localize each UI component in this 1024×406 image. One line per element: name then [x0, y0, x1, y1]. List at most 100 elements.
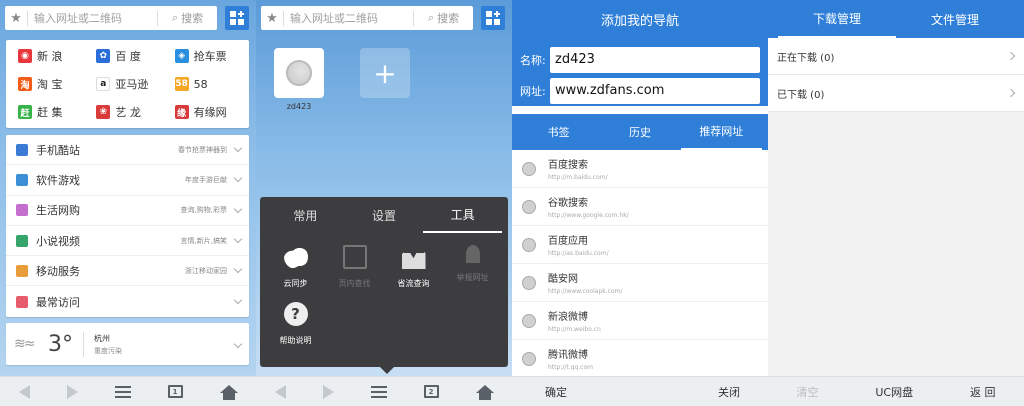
chevron-down-icon[interactable] — [233, 339, 243, 349]
add-nav-panel: 添加我的导航 名称: zd423 网址: www.zdfans.com 书签 历史… — [512, 0, 768, 406]
forward-icon[interactable] — [66, 384, 78, 399]
tool-item: 页内查找 — [325, 241, 384, 298]
chevron-down-icon[interactable] — [233, 265, 243, 274]
chevron-down-icon[interactable] — [233, 295, 243, 305]
category-row[interactable]: 生活网购 查询,购物,彩票 — [6, 196, 249, 226]
quick-site-item[interactable]: 缘有缘网 — [167, 98, 245, 126]
site-name: 百度搜索 — [548, 160, 588, 171]
category-row[interactable]: 移动服务 浙江移动家园 — [6, 256, 249, 287]
menu-icon[interactable] — [370, 385, 387, 398]
chevron-down-icon[interactable] — [233, 174, 243, 183]
search-button-label: 搜索 — [437, 12, 460, 25]
quick-site-item[interactable]: 58 58 — [167, 70, 245, 98]
search-icon: ⌕ — [171, 11, 179, 24]
site-row[interactable]: 新浪微博 http://m.weibo.cn — [512, 302, 768, 340]
category-label: 手机酷站 — [36, 143, 80, 157]
weather-widget[interactable]: ≋≈ 3° 杭州 重度污染 — [6, 323, 249, 365]
site-row[interactable]: 腾讯微博 http://t.qq.com — [512, 340, 768, 378]
chevron-down-icon[interactable] — [233, 143, 243, 153]
category-icon — [16, 204, 28, 217]
site-row[interactable]: 谷歌搜索 http://www.google.com.hk/ — [512, 188, 768, 226]
url-input[interactable]: 输入网址或二维码 — [284, 10, 413, 26]
city-name: 杭州 — [94, 333, 110, 343]
search-button[interactable]: ⌕ 搜索 — [413, 10, 473, 26]
quick-site-item[interactable]: 赶赶 集 — [10, 98, 88, 126]
chevron-down-icon[interactable] — [233, 234, 243, 244]
download-tab[interactable]: 文件管理 — [896, 0, 1014, 38]
back-icon[interactable] — [18, 384, 30, 399]
quick-site-item[interactable]: a 亚马逊 — [88, 70, 166, 98]
tool-item[interactable]: ? 帮助说明 — [266, 298, 325, 355]
download-row[interactable]: 已下载 (0) — [768, 75, 1024, 112]
forward-icon[interactable] — [322, 384, 334, 399]
site-name: 新浪微博 — [548, 312, 588, 323]
windows-icon[interactable]: 1 — [167, 385, 183, 398]
add-nav-button[interactable] — [225, 6, 249, 30]
tools-grid: 云同步 页内查找 省流查询 举报网址 ? 帮助说明 — [260, 233, 508, 355]
form-actions: 确定 关闭 — [512, 376, 768, 406]
bottom-toolbar: 2 — [256, 376, 512, 406]
site-row[interactable]: 酷安网 http://www.coolapk.com/ — [512, 264, 768, 302]
globe-icon — [522, 161, 536, 176]
tools-tab[interactable]: 常用 — [266, 197, 345, 233]
bookmark-star-icon[interactable]: ★ — [261, 11, 283, 26]
search-bar[interactable]: ★ 输入网址或二维码 ⌕ 搜索 — [5, 6, 217, 30]
globe-icon — [522, 313, 536, 328]
globe-icon — [286, 60, 312, 86]
source-tab[interactable]: 书签 — [518, 114, 599, 150]
site-row[interactable]: 百度搜索 http://m.baidu.com/ — [512, 150, 768, 188]
category-icon — [16, 295, 28, 308]
url-field[interactable]: www.zdfans.com — [550, 77, 760, 104]
bookmark-star-icon[interactable]: ★ — [5, 11, 27, 26]
name-row: 名称: zd423 — [520, 44, 760, 75]
close-button[interactable]: 关闭 — [718, 384, 740, 400]
quick-site-label: 百 度 — [115, 50, 141, 63]
site-url: http://www.coolapk.com/ — [548, 288, 623, 295]
globe-icon — [522, 199, 536, 214]
tools-tab[interactable]: 工具 — [423, 197, 503, 233]
category-row[interactable]: 手机酷站 春节抢票神器到 — [6, 135, 249, 166]
quick-site-label: 新 浪 — [37, 50, 63, 63]
site-row[interactable]: 百度应用 http://as.baidu.com/ — [512, 226, 768, 264]
url-input[interactable]: 输入网址或二维码 — [28, 10, 157, 26]
tool-item[interactable]: 云同步 — [266, 241, 325, 298]
weather-info: 杭州 重度污染 — [94, 333, 122, 356]
name-field[interactable]: zd423 — [550, 46, 760, 73]
windows-icon[interactable]: 2 — [423, 385, 439, 398]
source-tab[interactable]: 推荐网址 — [680, 114, 762, 150]
download-row[interactable]: 正在下载 (0) — [768, 38, 1024, 75]
site-text: 新浪微博 http://m.weibo.cn — [548, 308, 601, 333]
download-action-button[interactable]: UC网盘 — [875, 384, 913, 400]
back-icon[interactable] — [274, 384, 286, 399]
quick-site-item[interactable]: 淘淘 宝 — [10, 70, 88, 98]
search-button[interactable]: ⌕ 搜索 — [157, 10, 217, 26]
search-bar[interactable]: ★ 输入网址或二维码 ⌕ 搜索 — [261, 6, 473, 30]
quick-site-item[interactable]: ✿ 百 度 — [88, 42, 166, 70]
home-icon[interactable] — [475, 384, 494, 400]
add-nav-button[interactable] — [481, 6, 505, 30]
globe-icon — [522, 237, 536, 252]
category-row[interactable]: 小说视频 言情,新片,搞笑 — [6, 226, 249, 257]
tools-tab[interactable]: 设置 — [345, 197, 424, 233]
confirm-button[interactable]: 确定 — [545, 384, 567, 400]
quick-site-item[interactable]: ❀ 艺 龙 — [88, 98, 166, 126]
download-tabs: 下载管理 文件管理 — [768, 0, 1024, 38]
menu-icon[interactable] — [114, 385, 131, 398]
tool-label: 举报网址 — [456, 273, 489, 282]
category-row[interactable]: 软件游戏 年度手游巨献 — [6, 165, 249, 196]
quick-sites-grid: ◉ 新 浪 ✿ 百 度 ◈ 抢车票淘淘 宝 a 亚马逊 58 58 赶赶 集 ❀ 艺 龙 缘有缘网 — [6, 40, 249, 128]
quick-site-item[interactable]: ◉ 新 浪 — [10, 42, 88, 70]
category-row[interactable]: 最常访问 — [6, 286, 249, 316]
chevron-down-icon[interactable] — [233, 204, 243, 213]
home-icon[interactable] — [219, 384, 238, 400]
download-tab[interactable]: 下载管理 — [778, 0, 896, 38]
site-name: 谷歌搜索 — [548, 198, 588, 209]
site-text: 腾讯微博 http://t.qq.com — [548, 346, 593, 371]
nav-tile[interactable] — [274, 48, 324, 98]
add-tile-button[interactable]: + — [360, 48, 410, 98]
download-action-button[interactable]: 返 回 — [970, 384, 996, 400]
tool-item[interactable]: 省流查询 — [384, 241, 443, 298]
category-label: 移动服务 — [36, 264, 80, 278]
quick-site-item[interactable]: ◈ 抢车票 — [167, 42, 245, 70]
source-tab[interactable]: 历史 — [599, 114, 680, 150]
